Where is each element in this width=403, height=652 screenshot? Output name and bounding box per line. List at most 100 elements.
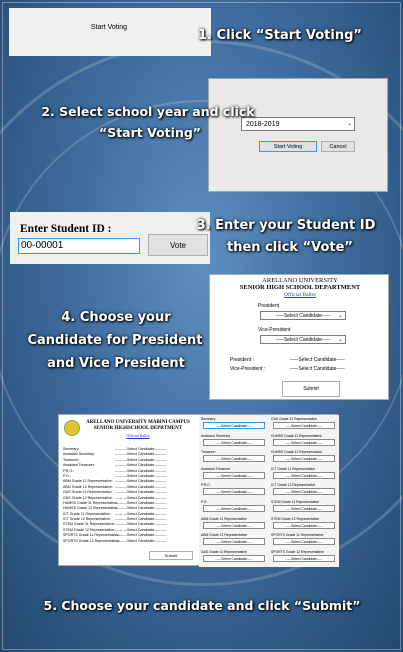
candidate-dropdown[interactable]: -----Select Candidate-----: [203, 488, 265, 496]
selection-group: P.R.O. -----Select Candidate-----: [201, 483, 269, 500]
vice-president-dropdown[interactable]: -----Select Candidate----- ⌄: [260, 335, 346, 344]
summary-row-label: STEM Grade 12 Representative:: [63, 527, 116, 532]
selection-position-label: ICT Grade 12 Representative: [271, 483, 316, 488]
summary-row-value: ----------Select Candidate----------: [115, 527, 167, 532]
selection-position-label: Assistant Treasurer: [201, 466, 231, 471]
selection-group: GAS Grade 11 Representative -----Select C…: [201, 550, 269, 567]
president-dropdown[interactable]: -----Select Candidate----- ⌄: [260, 311, 346, 320]
candidate-dropdown[interactable]: -----Select Candidate-----: [203, 438, 265, 446]
candidate-dropdown[interactable]: -----Select Candidate-----: [203, 504, 265, 512]
selection-position-label: Secretary: [201, 417, 216, 421]
selection-position-label: P.R.O.: [201, 483, 211, 488]
summary-row-label: ABM Grade 11 Representative:: [63, 479, 113, 484]
step-3-caption-line1: 3. Enter your Student ID: [196, 218, 376, 233]
selection-position-label: ABM Grade 11 Representative: [201, 516, 247, 521]
candidate-dropdown[interactable]: -----Select Candidate-----: [203, 471, 265, 479]
selection-position-label: SPORTS Grade 12 Representative: [271, 549, 324, 554]
summary-row-label: ICT Grade 12 Representative:: [63, 517, 111, 522]
selection-group: Assistant Treasurer -----Select Candidate…: [201, 467, 269, 484]
selection-group: HUMSS Grade 11 Representative -----Select…: [271, 434, 339, 451]
candidate-dropdown[interactable]: -----Select Candidate-----: [203, 521, 265, 529]
selection-position-label: ICT Grade 11 Representative: [271, 466, 315, 471]
summary-row-label: GAS Grade 12 Representative:: [63, 495, 113, 500]
candidate-dropdown[interactable]: -----Select Candidate-----: [203, 455, 265, 463]
summary-row-label: Secretary:: [63, 447, 80, 451]
selection-position-label: ABM Grade 12 Representative: [201, 533, 248, 538]
summary-row-label: STEM Grade 11 Representative:: [63, 522, 115, 527]
university-logo: [64, 420, 80, 436]
selection-group: ICT Grade 12 Representative -----Select C…: [271, 483, 339, 500]
vice-president-dropdown-value: -----Select Candidate-----: [275, 336, 331, 343]
selection-position-label: P.O.: [201, 499, 208, 504]
candidate-dropdown[interactable]: -----Select Candidate-----: [203, 554, 265, 562]
president-label: President: [258, 303, 280, 309]
selection-group: ICT Grade 11 Representative -----Select C…: [271, 467, 339, 484]
summary-row-label: Treasurer:: [63, 457, 80, 462]
summary-vp-label: Vice-President :: [230, 366, 266, 372]
ballot-title-department: SENIOR HIGH SCHOOL DEPARTMENT: [239, 284, 361, 291]
step-4-caption-line2: Candidate for President: [27, 333, 203, 348]
selection-group: Treasurer -----Select Candidate-----: [201, 450, 269, 467]
candidate-dropdown[interactable]: -----Select Candidate-----: [273, 422, 335, 429]
ballot5-summary-list: Secretary: ----------Select Candidate----…: [63, 447, 197, 544]
candidate-dropdown[interactable]: -----Select Candidate-----: [273, 438, 335, 446]
summary-vp-value: -----Select Candidate-----: [290, 366, 345, 372]
step-4-caption-line3: and Vice President: [47, 356, 185, 371]
summary-president-value: -----Select Candidate-----: [290, 357, 345, 363]
summary-row-value: ----------Select Candidate----------: [115, 495, 167, 500]
candidate-dropdown[interactable]: -----Select Candidate-----: [203, 538, 265, 546]
selection-group: STEM Grade 11 Representative -----Select …: [271, 500, 339, 517]
selection-group: SPORTS Grade 11 Representative -----Selec…: [271, 533, 339, 550]
candidate-dropdown[interactable]: -----Select Candidate-----: [273, 455, 335, 463]
candidate-dropdown[interactable]: -----Select Candidate-----: [273, 538, 335, 546]
start-voting-button[interactable]: Start Voting: [69, 24, 149, 31]
ballot5-official-ballot-link[interactable]: Official Ballot: [79, 433, 197, 438]
candidate-dropdown[interactable]: -----Select Candidate-----: [273, 521, 335, 529]
candidate-dropdown[interactable]: -----Select Candidate-----: [203, 422, 265, 429]
submit-button[interactable]: Submit: [282, 381, 340, 397]
start-voting-button-2[interactable]: Start Voting: [259, 141, 317, 152]
candidate-dropdown[interactable]: -----Select Candidate-----: [273, 554, 335, 562]
chevron-down-icon: ⌄: [337, 336, 343, 343]
summary-row-label: SPORTS Grade 12 Representative:: [63, 538, 120, 543]
ballot5-submit-button[interactable]: Submit: [149, 551, 193, 560]
summary-row-value: ----------Select Candidate----------: [115, 490, 167, 495]
full-ballot-window: ARELLANO UNIVERSITY MABINI CAMPUS SENIOR…: [58, 414, 339, 567]
candidate-dropdown[interactable]: -----Select Candidate-----: [273, 504, 335, 512]
summary-row-label: ICT Grade 11 Representative:: [63, 511, 111, 516]
ballot-selection-panel: Secretary -----Select Candidate----- Assis…: [199, 415, 339, 567]
selection-position-label: STEM Grade 11 Representative: [271, 499, 319, 504]
summary-row-value: ----------Select Candidate----------: [115, 511, 167, 516]
selection-group: HUMSS Grade 12 Representative -----Select…: [271, 450, 339, 467]
summary-row-value: ----------Select Candidate----------: [115, 500, 167, 505]
candidate-dropdown[interactable]: -----Select Candidate-----: [273, 471, 335, 479]
selection-position-label: Assistant Secretary: [201, 433, 231, 438]
student-id-input[interactable]: 00-00001: [18, 238, 140, 254]
summary-row-label: HUMSS Grade 12 Representative:: [63, 506, 119, 511]
selection-group: Secretary -----Select Candidate-----: [201, 417, 269, 434]
vote-button[interactable]: Vote: [148, 234, 208, 256]
student-id-value: 00-00001: [21, 240, 64, 251]
chevron-down-icon: ⌄: [337, 312, 343, 319]
ballot-summary-panel: ARELLANO UNIVERSITY MABINI CAMPUS SENIOR…: [59, 415, 199, 567]
selection-position-label: SPORTS Grade 11 Representative: [271, 533, 324, 538]
official-ballot-link[interactable]: Official Ballot: [210, 292, 390, 298]
step-2-caption-line2: “Start Voting”: [98, 125, 202, 140]
selection-group: Assistant Secretary -----Select Candidate…: [201, 434, 269, 451]
summary-row-value: ----------Select Candidate----------: [115, 479, 167, 484]
selection-group: ABM Grade 11 Representative -----Select C…: [201, 517, 269, 534]
candidate-dropdown[interactable]: -----Select Candidate-----: [273, 488, 335, 496]
summary-row-value: ----------Select Candidate----------: [115, 457, 167, 462]
summary-row-label: ABM Grade 12 Representative:: [63, 484, 113, 489]
summary-row: SPORTS Grade 12 Representative: ---------…: [63, 539, 197, 544]
selection-position-label: GAS Grade 11 Representative: [201, 549, 247, 554]
step-3-caption-line2: then click “Vote”: [227, 240, 353, 255]
ballot5-title-university: ARELLANO UNIVERSITY MABINI CAMPUS: [86, 420, 190, 425]
ballot5-title-department: SENIOR HIGHSCHOOL DEPRTMENT: [93, 426, 183, 431]
summary-row-value: ----------Select Candidate----------: [115, 473, 167, 478]
cancel-button[interactable]: Cancel: [321, 141, 355, 152]
student-id-label: Enter Student ID :: [20, 223, 112, 235]
summary-row-label: P.R.O.:: [63, 468, 75, 473]
selection-column-left: Secretary -----Select Candidate----- Assis…: [201, 417, 269, 566]
summary-row-value: ----------Select Candidate----------: [115, 452, 167, 457]
